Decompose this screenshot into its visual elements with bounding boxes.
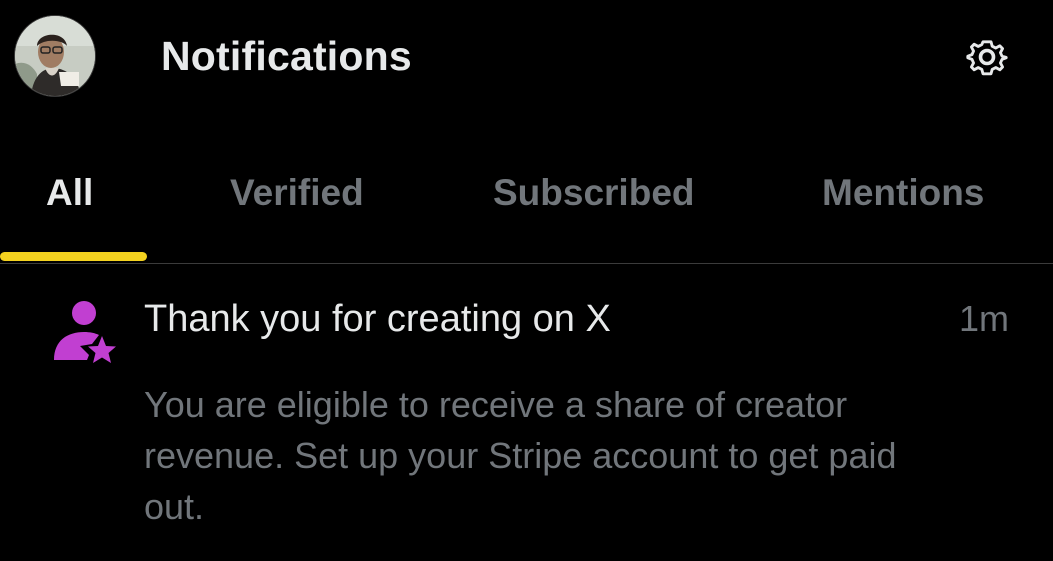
tab-subscribed-label: Subscribed: [493, 172, 695, 213]
tab-all[interactable]: All: [0, 140, 147, 263]
tab-mentions-label: Mentions: [822, 172, 985, 213]
page-title: Notifications: [161, 33, 412, 79]
tab-subscribed[interactable]: Subscribed: [447, 140, 747, 263]
profile-avatar[interactable]: [14, 15, 96, 97]
active-tab-indicator: [0, 252, 147, 261]
tab-all-label: All: [46, 172, 94, 213]
notifications-header: Notifications: [0, 0, 1053, 112]
tab-mentions[interactable]: Mentions: [747, 140, 1053, 263]
gear-icon: [966, 40, 1008, 76]
person-star-icon: [54, 301, 116, 363]
notification-time: 1m: [958, 298, 1009, 339]
notification-tabs: All Verified Subscribed Mentions: [0, 140, 1053, 264]
user-photo-avatar-icon: [15, 16, 95, 96]
tab-verified-label: Verified: [230, 172, 364, 213]
settings-button[interactable]: [963, 33, 1011, 81]
notification-body: You are eligible to receive a share of c…: [144, 384, 897, 527]
tab-verified[interactable]: Verified: [147, 140, 447, 263]
notification-title: Thank you for creating on X: [144, 298, 611, 340]
